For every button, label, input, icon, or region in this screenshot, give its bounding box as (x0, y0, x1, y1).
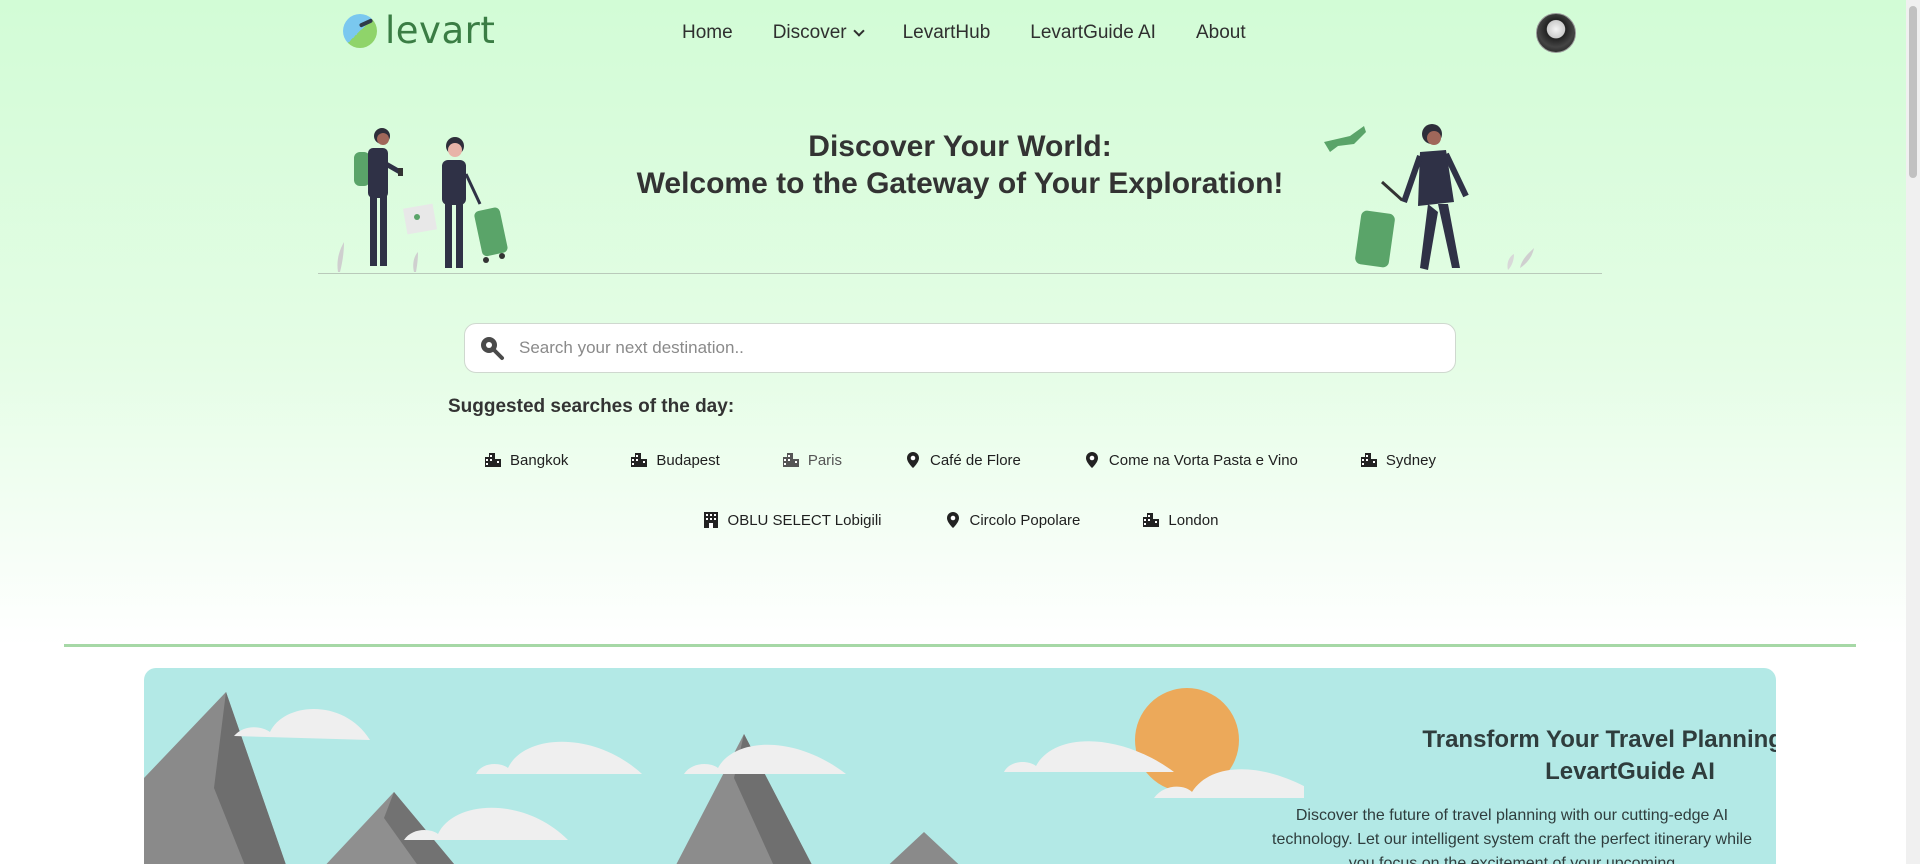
nav-link-discover[interactable]: Discover (772, 22, 865, 44)
globe-plane-icon (343, 14, 377, 48)
section-divider (64, 644, 1856, 647)
hero-baseline (318, 273, 1602, 274)
suggestion-london[interactable]: London (1142, 508, 1218, 532)
suggestion-paris[interactable]: Paris (782, 448, 842, 472)
nav-links: Home Discover LevartHub LevartGuide AI A… (682, 20, 1286, 46)
levartguide-ai-banner: Transform Your Travel Planning with Leva… (144, 668, 1776, 864)
suggestion-circolo-popolare[interactable]: Circolo Popolare (944, 508, 1081, 532)
suggestion-label: OBLU SELECT Lobigili (727, 511, 882, 529)
suggestion-label: Sydney (1385, 451, 1436, 469)
location-pin-icon (1083, 451, 1101, 469)
page-scrollbar[interactable] (1906, 0, 1920, 864)
location-pin-icon (904, 451, 922, 469)
banner-title: Transform Your Travel Planning with Leva… (1422, 726, 1776, 785)
hotel-icon (702, 511, 720, 529)
chevron-down-icon (852, 24, 865, 37)
city-icon (1360, 451, 1378, 469)
city-icon (782, 451, 800, 469)
city-icon (484, 451, 502, 469)
suggested-searches-row-1: Bangkok Budapest Paris Café de Flore Com… (0, 448, 1920, 472)
suggestion-bangkok[interactable]: Bangkok (484, 448, 568, 472)
suggestion-budapest[interactable]: Budapest (630, 448, 720, 472)
banner-description: Discover the future of travel planning w… (1272, 807, 1752, 864)
suggestion-label: London (1168, 511, 1219, 529)
suggestion-oblu-select[interactable]: OBLU SELECT Lobigili (702, 508, 882, 532)
search-bar (464, 323, 1456, 373)
user-avatar[interactable] (1536, 13, 1576, 53)
top-navigation: levart Home Discover LevartHub LevartGui… (0, 0, 1920, 64)
mountains-clouds-illustration (144, 688, 1304, 864)
hero-title: Discover Your World: Welcome to the Gate… (0, 128, 1920, 202)
logo-text: levart (385, 9, 496, 52)
scrollbar-thumb[interactable] (1909, 6, 1917, 178)
traveler-airplane-illustration (1324, 124, 1534, 270)
suggestion-label: Come na Vorta Pasta e Vino (1108, 451, 1298, 469)
suggestion-sydney[interactable]: Sydney (1360, 448, 1436, 472)
nav-link-discover-label: Discover (772, 22, 847, 43)
city-icon (1142, 511, 1160, 529)
search-input[interactable] (519, 338, 1419, 358)
suggestion-label: Paris (807, 451, 842, 469)
suggestion-cafe-de-flore[interactable]: Café de Flore (904, 448, 1021, 472)
search-location-icon[interactable] (477, 333, 507, 363)
suggestion-come-na-vorta[interactable]: Come na Vorta Pasta e Vino (1083, 448, 1298, 472)
suggestion-label: Circolo Popolare (969, 511, 1081, 529)
nav-link-home[interactable]: Home (682, 22, 733, 44)
suggestion-label: Café de Flore (930, 451, 1021, 469)
nav-link-levartguide-ai[interactable]: LevartGuide AI (1030, 22, 1156, 44)
suggested-searches-title: Suggested searches of the day: (448, 396, 735, 417)
location-pin-icon (944, 511, 962, 529)
logo[interactable]: levart (343, 12, 495, 50)
hero-title-line2: Welcome to the Gateway of Your Explorati… (636, 167, 1284, 200)
nav-link-about[interactable]: About (1196, 22, 1246, 44)
suggested-searches-row-2: OBLU SELECT Lobigili Circolo Popolare Lo… (0, 508, 1920, 532)
suggestion-label: Bangkok (510, 451, 569, 469)
suggestion-label: Budapest (656, 451, 720, 469)
nav-link-levarthub[interactable]: LevartHub (903, 22, 991, 44)
city-icon (630, 451, 648, 469)
hero-title-line1: Discover Your World: (808, 130, 1112, 163)
